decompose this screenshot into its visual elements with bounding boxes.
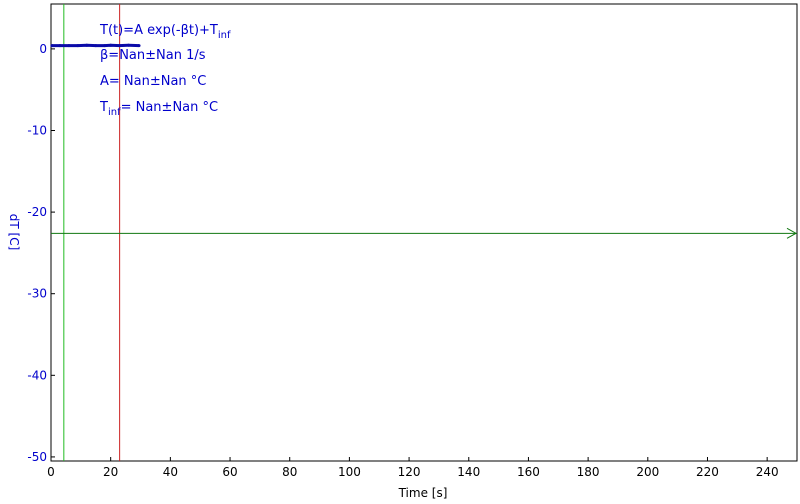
data-point [127,43,131,47]
x-tick-label: 180 [577,465,600,479]
y-tick-label: -50 [27,450,47,464]
tinf-value: = Nan±Nan °C [121,100,219,115]
x-tick-label: 80 [282,465,297,479]
y-tick-label: -20 [27,205,47,219]
x-tick-label: 240 [756,465,779,479]
tinf-prefix: T [99,100,108,115]
series-layer [50,43,141,48]
data-point [109,43,113,47]
y-tick-label: 0 [39,42,47,56]
tinf-subscript: inf [108,107,121,118]
x-tick-label: 0 [47,465,55,479]
x-tick-label: 160 [517,465,540,479]
y-tick-label: -30 [27,287,47,301]
x-tick-label: 140 [457,465,480,479]
x-tick-label: 220 [696,465,719,479]
formula-text: T(t)=A exp(-βt)+T [99,23,218,38]
data-point [67,44,71,48]
x-tick-label: 40 [163,465,178,479]
y-tick-label: -10 [27,123,47,137]
x-tick-label: 60 [222,465,237,479]
data-point [137,44,141,48]
x-tick-label: 20 [103,465,118,479]
beta-label: β=Nan±Nan 1/s [100,48,206,63]
y-tick-label: -40 [27,368,47,382]
data-point [76,44,80,48]
data-point [58,44,62,48]
data-point [85,43,89,47]
data-point [118,44,122,48]
data-point [103,44,107,48]
x-axis-label: Time [s] [398,486,448,500]
data-point [94,44,98,48]
chart: 0 20 40 60 80 100 120 140 160 180 200 220 240 0 -10 -2… [7,3,798,500]
amplitude-label: A= Nan±Nan °C [100,74,206,89]
y-axis-label: dT [C] [7,214,21,251]
data-point [50,44,54,48]
x-tick-label: 120 [398,465,421,479]
x-tick-label: 100 [338,465,361,479]
plot-area [50,3,798,462]
formula-subscript: inf [218,30,231,41]
x-tick-label: 200 [636,465,659,479]
